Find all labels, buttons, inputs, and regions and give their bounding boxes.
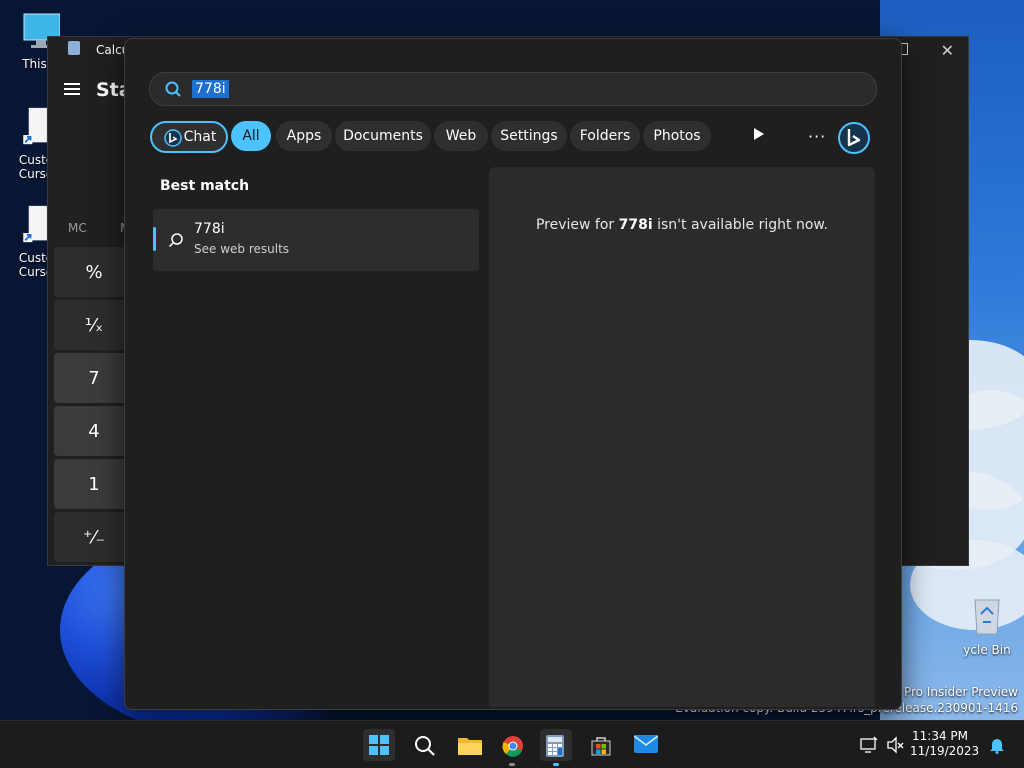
taskbar-file-explorer[interactable] xyxy=(452,729,484,761)
digit-7-key[interactable]: 7 xyxy=(54,353,134,403)
network-icon[interactable] xyxy=(860,736,878,754)
clock-date: 11/19/2023 xyxy=(910,744,980,758)
taskbar-store[interactable] xyxy=(584,729,616,761)
close-icon[interactable]: ✕ xyxy=(941,41,954,60)
chip-label: Chat xyxy=(183,129,217,145)
bing-icon xyxy=(164,129,182,147)
search-flyout[interactable]: 778i Chat All Apps Documents Web Setting… xyxy=(124,38,902,710)
calculator-titlebar: Calcu xyxy=(68,41,129,57)
chip-web[interactable]: Web xyxy=(434,121,488,151)
selection-indicator xyxy=(153,227,156,251)
calculator-icon xyxy=(546,735,564,757)
result-subtitle: See web results xyxy=(194,242,290,256)
result-title: 778i xyxy=(194,221,225,237)
chip-folders[interactable]: Folders xyxy=(570,121,640,151)
file-explorer-icon xyxy=(458,738,482,755)
taskbar-calculator[interactable] xyxy=(540,729,572,766)
best-match-heading: Best match xyxy=(160,178,250,194)
more-chips-arrow-icon[interactable] xyxy=(753,127,765,141)
best-match-result[interactable]: 778i See web results xyxy=(153,209,479,271)
start-button[interactable] xyxy=(363,729,395,761)
negate-key[interactable]: ⁺⁄₋ xyxy=(54,512,134,562)
chip-documents[interactable]: Documents xyxy=(335,121,431,151)
taskbar: 11:34 PM 11/19/2023 xyxy=(0,720,1024,768)
system-clock[interactable]: 11:34 PM 11/19/2023 xyxy=(910,729,980,759)
bing-chat-button-icon[interactable] xyxy=(837,121,871,155)
search-input[interactable]: 778i xyxy=(149,72,877,106)
chip-photos[interactable]: Photos xyxy=(643,121,711,151)
recycle-bin-icon xyxy=(974,599,1000,635)
search-icon xyxy=(168,233,183,248)
desktop-icon-recycle-bin[interactable]: ycle Bin xyxy=(954,596,1020,657)
search-icon xyxy=(415,736,435,756)
memory-clear-button[interactable]: MC xyxy=(68,221,87,235)
preview-pane: Preview for 778i isn't available right n… xyxy=(489,167,875,707)
start-icon xyxy=(369,735,389,755)
digit-4-key[interactable]: 4 xyxy=(54,406,134,456)
speaker-muted-icon[interactable] xyxy=(886,736,904,754)
search-icon xyxy=(165,81,181,97)
desktop-icon-label: ycle Bin xyxy=(963,643,1011,657)
notification-bell-icon[interactable] xyxy=(988,736,1006,754)
hamburger-menu-icon[interactable] xyxy=(64,83,80,95)
chip-chat[interactable]: Chat xyxy=(150,121,228,153)
preview-term: 778i xyxy=(618,217,653,233)
chip-all[interactable]: All xyxy=(231,121,271,151)
percent-key[interactable]: % xyxy=(54,247,134,297)
clock-time: 11:34 PM xyxy=(912,729,968,743)
search-query-text[interactable]: 778i xyxy=(192,80,229,98)
chip-settings[interactable]: Settings xyxy=(491,121,567,151)
taskbar-mail[interactable] xyxy=(628,729,660,761)
taskbar-chrome[interactable] xyxy=(496,729,528,766)
preview-unavailable-message: Preview for 778i isn't available right n… xyxy=(535,217,829,233)
store-icon xyxy=(591,737,611,756)
digit-1-key[interactable]: 1 xyxy=(54,459,134,509)
chip-apps[interactable]: Apps xyxy=(276,121,332,151)
mail-icon xyxy=(634,735,658,753)
reciprocal-key[interactable]: ¹⁄ₓ xyxy=(54,300,134,350)
chrome-icon xyxy=(502,736,523,757)
more-options-button[interactable]: ··· xyxy=(808,127,826,146)
taskbar-search-button[interactable] xyxy=(408,729,440,761)
calculator-app-icon xyxy=(68,41,80,55)
